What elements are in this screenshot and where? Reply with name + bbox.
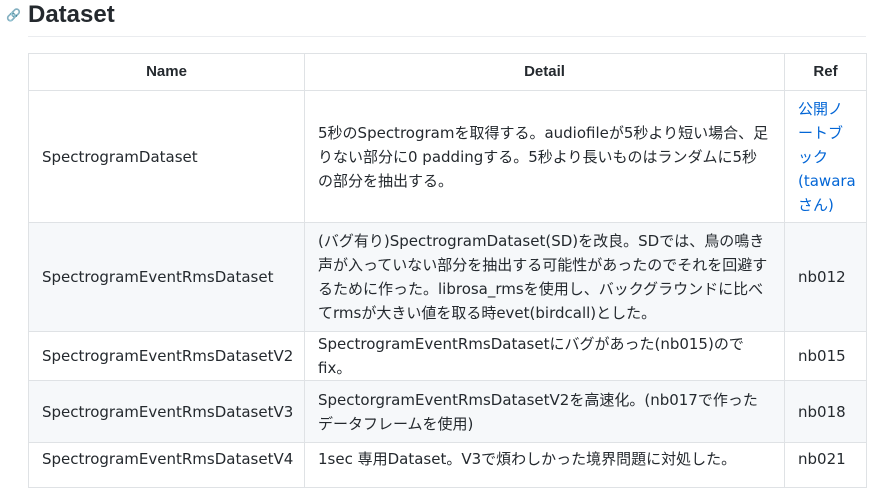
- ref-link[interactable]: 公開ノートブック(tawaraさん): [798, 100, 856, 214]
- dataset-ref: nb012: [784, 222, 867, 332]
- dataset-name: SpectrogramEventRmsDatasetV3: [28, 380, 305, 443]
- table-row: SpectrogramDataset 5秒のSpectrogramを取得する。a…: [28, 90, 867, 223]
- header-name: Name: [28, 53, 305, 91]
- dataset-ref: nb015: [784, 331, 867, 381]
- table-row: SpectrogramEventRmsDatasetV4 1sec 専用Data…: [28, 442, 867, 488]
- dataset-ref: nb018: [784, 380, 867, 443]
- table-row: SpectrogramEventRmsDataset (バグ有り)Spectro…: [28, 222, 867, 332]
- heading-divider: [28, 36, 866, 37]
- dataset-name: SpectrogramEventRmsDataset: [28, 222, 305, 332]
- table-row: SpectrogramEventRmsDatasetV2 Spectrogram…: [28, 331, 867, 381]
- dataset-name: SpectrogramEventRmsDatasetV4: [28, 442, 305, 488]
- dataset-detail: 5秒のSpectrogramを取得する。audiofileが5秒より短い場合、足…: [304, 90, 785, 223]
- dataset-detail: SpectrogramEventRmsDatasetにバグがあった(nb015)…: [304, 331, 785, 381]
- dataset-detail: (バグ有り)SpectrogramDataset(SD)を改良。SDでは、鳥の鳴…: [304, 222, 785, 332]
- header-ref: Ref: [784, 53, 867, 91]
- header-detail: Detail: [304, 53, 785, 91]
- dataset-detail: SpectorgramEventRmsDatasetV2を高速化。(nb017で…: [304, 380, 785, 443]
- dataset-table: Name Detail Ref SpectrogramDataset 5秒のSp…: [28, 53, 867, 488]
- dataset-name: SpectrogramEventRmsDatasetV2: [28, 331, 305, 381]
- dataset-name: SpectrogramDataset: [28, 90, 305, 223]
- section-heading: Dataset: [28, 1, 115, 28]
- table-row: SpectrogramEventRmsDatasetV3 Spectorgram…: [28, 380, 867, 443]
- table-header-row: Name Detail Ref: [28, 53, 867, 91]
- link-anchor-icon[interactable]: 🔗: [6, 8, 21, 22]
- dataset-ref: nb021: [784, 442, 867, 488]
- dataset-detail: 1sec 専用Dataset。V3で煩わしかった境界問題に対処した。: [304, 442, 785, 488]
- dataset-ref: 公開ノートブック(tawaraさん): [784, 90, 867, 223]
